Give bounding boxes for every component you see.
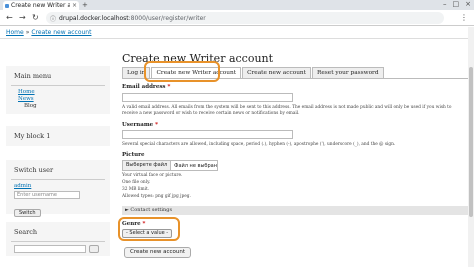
main-menu-list: Home News Blog	[6, 86, 110, 110]
search-title: Search	[14, 228, 38, 236]
email-field[interactable]	[122, 93, 293, 102]
email-label: Email address *	[122, 84, 170, 90]
menu-item-home[interactable]: Home	[18, 89, 35, 95]
picture-description-4: Allowed types: png gif jpg jpeg.	[122, 194, 191, 199]
scrollbar-thumb[interactable]	[469, 67, 473, 217]
picture-description-3: 32 MB limit.	[122, 187, 150, 192]
header-divider	[0, 38, 474, 39]
picture-description-1: Your virtual face or picture.	[122, 173, 183, 178]
switch-button[interactable]: Switch	[14, 209, 41, 217]
reload-icon[interactable]: ↻	[32, 13, 39, 23]
username-label-text: Username	[122, 122, 154, 128]
breadcrumb: Home» Create new account	[6, 29, 91, 36]
switch-user-title: Switch user	[14, 166, 54, 174]
main-menu-title: Main menu	[14, 72, 52, 80]
address-bar[interactable]: ⓘ drupal.docker.localhost:8000/user/regi…	[46, 12, 444, 24]
minimize-icon[interactable]: –	[443, 0, 447, 8]
switch-user-block: Switch user admin Enter username Switch	[6, 160, 110, 217]
maximize-icon[interactable]: □	[453, 0, 460, 8]
email-label-text: Email address	[122, 84, 166, 90]
email-description: A valid email address. All emails from t…	[122, 105, 452, 116]
menu-item-news[interactable]: News	[18, 96, 34, 102]
tab-create-account[interactable]: Create new account	[242, 67, 311, 78]
search-button[interactable]	[89, 245, 99, 253]
my-block-title: My block 1	[14, 132, 51, 140]
my-block: My block 1	[6, 126, 110, 146]
info-icon[interactable]: ⓘ	[50, 14, 56, 23]
menu-item-blog[interactable]: Blog	[18, 103, 110, 110]
window-close-icon[interactable]: ×	[465, 0, 471, 8]
switch-user-admin-link[interactable]: admin	[6, 180, 110, 189]
divider	[11, 241, 105, 242]
forward-icon[interactable]: →	[19, 13, 26, 23]
contact-settings-toggle[interactable]: ► Contact settings	[122, 206, 468, 215]
breadcrumb-current-link[interactable]: Create new account	[31, 29, 91, 36]
browser-toolbar: ← → ↻ ⓘ drupal.docker.localhost:8000/use…	[0, 10, 474, 26]
picture-file-input[interactable]: Выберете файл Файл не выбран	[122, 160, 218, 171]
browser-tab-bar: Create new Writer account × + – □ ×	[0, 0, 474, 10]
highlight-genre-field	[118, 217, 180, 241]
url-path: :8000/user/register/writer	[128, 14, 206, 22]
main-menu-block: Main menu Home News Blog	[6, 66, 110, 114]
no-file-text: Файл не выбран	[174, 162, 217, 169]
url-text: drupal.docker.localhost:8000/user/regist…	[59, 15, 206, 22]
username-input[interactable]: Enter username	[14, 191, 80, 199]
username-label: Username *	[122, 122, 158, 128]
username-field[interactable]	[122, 130, 293, 139]
browser-menu-icon[interactable]: ⋮	[460, 13, 468, 22]
browser-tab[interactable]: Create new Writer account ×	[3, 1, 79, 10]
required-mark: *	[167, 84, 171, 90]
search-block: Search	[6, 222, 110, 256]
breadcrumb-separator: »	[25, 29, 30, 36]
url-host: drupal.docker.localhost	[59, 14, 129, 22]
back-icon[interactable]: ←	[6, 13, 13, 23]
new-tab-icon[interactable]: +	[82, 1, 88, 9]
favicon-icon	[5, 3, 9, 8]
browser-tab-title: Create new Writer account	[11, 2, 70, 9]
required-mark: *	[155, 122, 158, 128]
picture-description-2: One file only.	[122, 180, 151, 185]
choose-file-button[interactable]: Выберете файл	[123, 161, 172, 170]
breadcrumb-home-link[interactable]: Home	[6, 29, 24, 36]
highlight-writer-tab	[144, 61, 220, 82]
tab-reset-password[interactable]: Reset your password	[312, 67, 384, 78]
create-account-button[interactable]: Create new account	[124, 247, 192, 258]
picture-label: Picture	[122, 152, 145, 158]
close-tab-icon[interactable]: ×	[72, 2, 77, 9]
page-scrollbar[interactable]	[468, 27, 474, 267]
search-input[interactable]	[14, 245, 86, 253]
username-description: Several special characters are allowed, …	[122, 142, 396, 147]
window-controls: – □ ×	[443, 0, 471, 8]
